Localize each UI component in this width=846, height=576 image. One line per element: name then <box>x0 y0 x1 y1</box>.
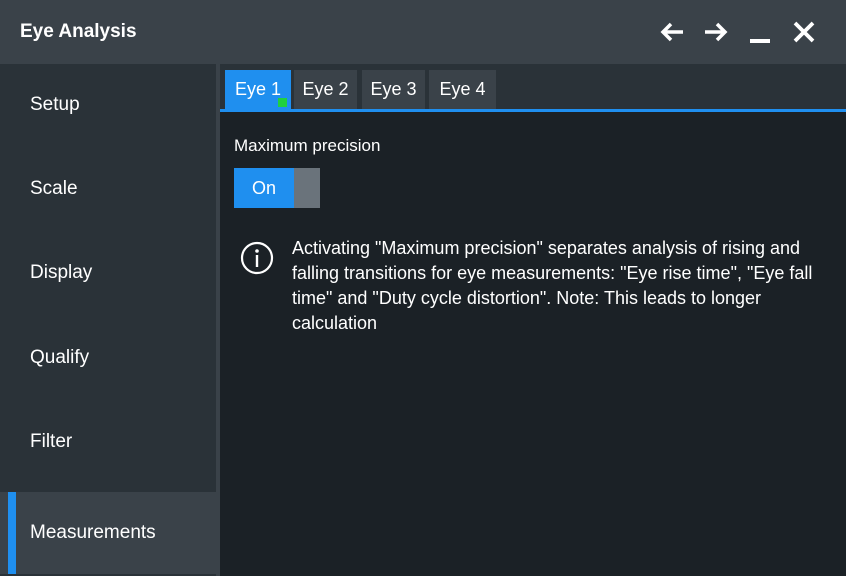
sidebar-item-label: Filter <box>30 431 73 452</box>
tab-eye-3[interactable]: Eye 3 <box>362 70 425 109</box>
window-title: Eye Analysis <box>20 21 137 42</box>
tab-eye-1[interactable]: Eye 1 <box>225 70 291 109</box>
sidebar-item-scale[interactable]: Scale <box>0 148 216 230</box>
tab-underline <box>220 109 846 112</box>
tab-eye-4[interactable]: Eye 4 <box>429 70 496 109</box>
max-precision-toggle[interactable]: On <box>234 168 320 208</box>
tab-label: Eye 2 <box>302 79 349 99</box>
max-precision-label: Maximum precision <box>234 136 381 155</box>
minimize-icon[interactable] <box>746 18 774 46</box>
tab-label: Eye 3 <box>370 79 417 99</box>
sidebar-item-label: Qualify <box>30 347 90 368</box>
toggle-knob <box>294 168 320 208</box>
close-icon[interactable] <box>790 18 818 46</box>
sidebar-item-label: Scale <box>30 178 78 199</box>
tab-label: Eye 1 <box>234 79 282 99</box>
sidebar-item-filter[interactable]: Filter <box>0 401 216 483</box>
toggle-on-label: On <box>234 168 294 208</box>
sidebar-item-qualify[interactable]: Qualify <box>0 317 216 399</box>
sidebar-item-measurements[interactable]: Measurements <box>0 492 216 574</box>
active-indicator <box>278 98 287 107</box>
sidebar-item-display[interactable]: Display <box>0 232 216 314</box>
tab-bar: Eye 1 Eye 2 Eye 3 Eye 4 <box>220 64 846 112</box>
sidebar-item-setup[interactable]: Setup <box>0 64 216 146</box>
tab-eye-2[interactable]: Eye 2 <box>294 70 357 109</box>
sidebar-item-label: Measurements <box>30 522 156 543</box>
title-bar: Eye Analysis <box>0 0 846 64</box>
info-icon <box>240 241 274 275</box>
info-text: Activating "Maximum precision" separates… <box>292 238 813 333</box>
main-panel: Eye 1 Eye 2 Eye 3 Eye 4 Maximum precisio… <box>220 64 846 576</box>
arrow-right-icon[interactable] <box>702 18 730 46</box>
sidebar-item-label: Display <box>30 262 93 283</box>
tab-label: Eye 4 <box>439 79 486 99</box>
sidebar-item-label: Setup <box>30 94 80 115</box>
arrow-left-icon[interactable] <box>658 18 686 46</box>
sidebar: Setup Scale Display Qualify Filter Measu… <box>0 64 216 576</box>
